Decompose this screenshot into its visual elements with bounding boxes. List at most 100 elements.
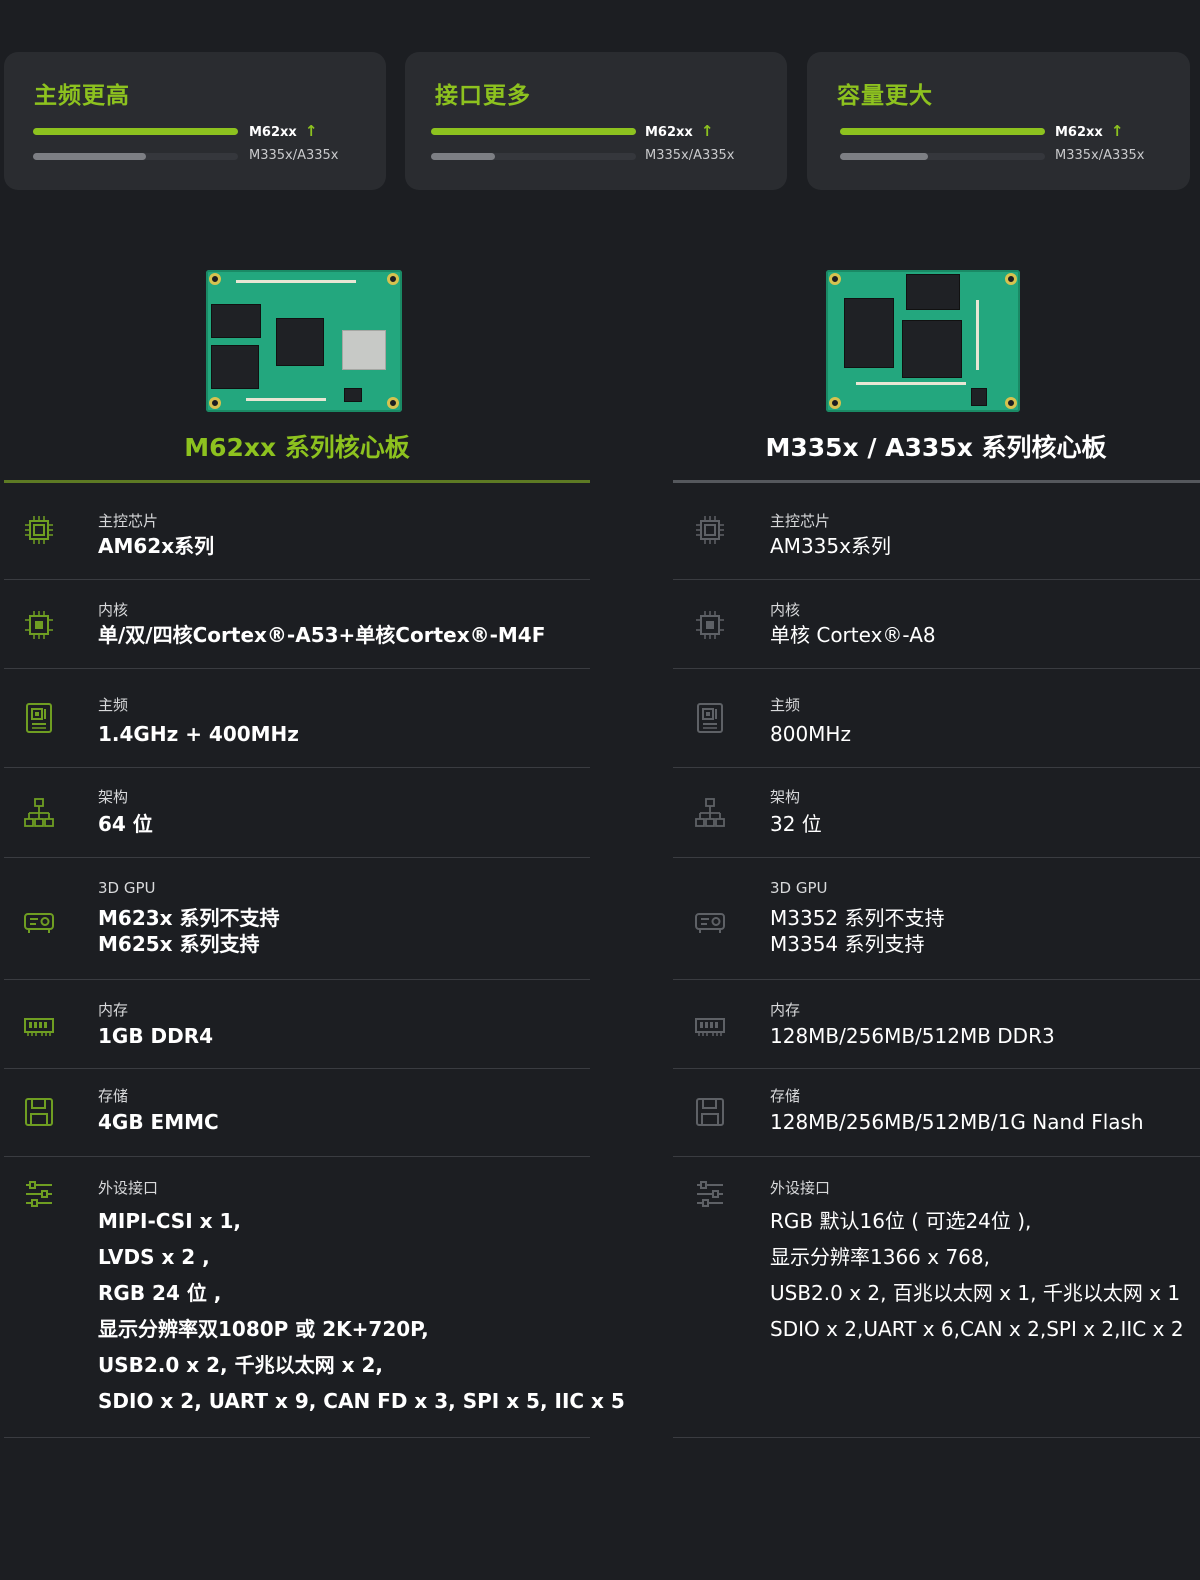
spec-label: 外设接口 <box>98 1179 159 1197</box>
spec-value: 64 位 <box>98 812 153 836</box>
cpu-icon <box>22 513 56 547</box>
spec-value: 128MB/256MB/512MB/1G Nand Flash <box>770 1110 1144 1134</box>
spec-row-memory: 内存 1GB DDR4 <box>4 980 590 1069</box>
spec-label: 主控芯片 <box>98 512 159 530</box>
new-level-bar <box>431 128 636 135</box>
architecture-icon <box>693 796 727 830</box>
spec-row-frequency: 主频 1.4GHz + 400MHz <box>4 669 590 768</box>
card-title: 接口更多 <box>435 83 531 109</box>
spec-label: 存储 <box>98 1087 129 1105</box>
spec-row-storage: 存储 128MB/256MB/512MB/1G Nand Flash <box>673 1069 1200 1157</box>
spec-label: 外设接口 <box>770 1179 831 1197</box>
spec-value-line: RGB 默认16位 ( 可选24位 ), <box>770 1209 1032 1233</box>
new-level-bar <box>33 128 238 135</box>
spec-value: 单/双/四核Cortex®-A53+单核Cortex®-M4F <box>98 623 546 647</box>
comparison-card: 接口更多 M62xx ↑ M335x/A335x <box>405 52 787 190</box>
spec-label: 内核 <box>770 601 801 619</box>
new-model-label: M62xx <box>1055 125 1103 140</box>
spec-label: 内存 <box>98 1001 129 1019</box>
spec-label: 主频 <box>770 696 801 714</box>
spec-label: 内存 <box>770 1001 801 1019</box>
comparison-cards: 主频更高 M62xx ↑ M335x/A335x 接口更多 M62xx ↑ M335… <box>4 52 1200 190</box>
spec-value: AM335x系列 <box>770 534 891 558</box>
spec-value-line: RGB 24 位 , <box>98 1281 222 1305</box>
storage-icon <box>693 1095 727 1129</box>
spec-label: 主控芯片 <box>770 512 831 530</box>
spec-value: 1.4GHz + 400MHz <box>98 722 299 746</box>
spec-value-list: RGB 默认16位 ( 可选24位 ), 显示分辨率1366 x 768, US… <box>770 1203 1184 1347</box>
spec-value-line: SDIO x 2, UART x 9, CAN FD x 3, SPI x 5,… <box>98 1389 625 1413</box>
spec-label: 内核 <box>98 601 129 619</box>
spec-row-peripherals: 外设接口 RGB 默认16位 ( 可选24位 ), 显示分辨率1366 x 76… <box>673 1157 1200 1438</box>
gpu-icon <box>693 906 727 940</box>
comparison-card: 主频更高 M62xx ↑ M335x/A335x <box>4 52 386 190</box>
spec-row-architecture: 架构 32 位 <box>673 768 1200 858</box>
frequency-icon <box>693 701 727 735</box>
memory-icon <box>693 1010 727 1044</box>
spec-value: 单核 Cortex®-A8 <box>770 623 936 647</box>
cpu-icon <box>693 513 727 547</box>
board-image <box>206 270 402 412</box>
spec-value-line: 显示分辨率双1080P 或 2K+720P, <box>98 1317 429 1341</box>
frequency-icon <box>22 701 56 735</box>
spec-row-main-chip: 主控芯片 AM62x系列 <box>4 483 590 580</box>
spec-value-line: USB2.0 x 2, 百兆以太网 x 1, 千兆以太网 x 1 <box>770 1281 1181 1305</box>
arrow-up-icon: ↑ <box>700 122 714 140</box>
core-icon <box>693 608 727 642</box>
spec-value-line: MIPI-CSI x 1, <box>98 1209 241 1233</box>
card-title: 主频更高 <box>34 83 130 109</box>
spec-value: 800MHz <box>770 722 851 746</box>
arrow-up-icon: ↑ <box>304 122 318 140</box>
memory-icon <box>22 1010 56 1044</box>
comparison-card: 容量更大 M62xx ↑ M335x/A335x <box>807 52 1190 190</box>
old-model-label: M335x/A335x <box>645 148 735 163</box>
product-title: M62xx 系列核心板 <box>184 433 410 462</box>
spec-value: 128MB/256MB/512MB DDR3 <box>770 1024 1055 1048</box>
spec-value: 1GB DDR4 <box>98 1024 214 1048</box>
spec-value: 32 位 <box>770 812 822 836</box>
spec-label: 主频 <box>98 696 129 714</box>
old-model-label: M335x/A335x <box>249 148 339 163</box>
spec-label: 架构 <box>98 788 129 806</box>
spec-value-line: M623x 系列不支持 <box>98 906 280 930</box>
new-model-label: M62xx <box>645 125 693 140</box>
core-icon <box>22 608 56 642</box>
board-image <box>826 270 1020 412</box>
spec-value-line: SDIO x 2,UART x 6,CAN x 2,SPI x 2,IIC x … <box>770 1317 1184 1341</box>
spec-row-storage: 存储 4GB EMMC <box>4 1069 590 1157</box>
spec-value-line: M3352 系列不支持 <box>770 906 945 930</box>
sliders-icon <box>22 1177 56 1211</box>
spec-label: 3D GPU <box>98 879 156 897</box>
spec-value-line: M3354 系列支持 <box>770 932 925 956</box>
spec-row-peripherals: 外设接口 MIPI-CSI x 1, LVDS x 2 , RGB 24 位 ,… <box>4 1157 625 1438</box>
spec-row-gpu: 3D GPU M623x 系列不支持 M625x 系列支持 <box>4 858 590 980</box>
spec-row-core: 内核 单/双/四核Cortex®-A53+单核Cortex®-M4F <box>4 580 590 669</box>
spec-value-line: USB2.0 x 2, 千兆以太网 x 2, <box>98 1353 383 1377</box>
spec-value-line: M625x 系列支持 <box>98 932 260 956</box>
old-level-bar <box>431 153 636 160</box>
spec-label: 存储 <box>770 1087 801 1105</box>
old-level-bar <box>33 153 238 160</box>
architecture-icon <box>22 796 56 830</box>
arrow-up-icon: ↑ <box>1110 122 1124 140</box>
card-title: 容量更大 <box>837 83 933 109</box>
spec-value-list: MIPI-CSI x 1, LVDS x 2 , RGB 24 位 , 显示分辨… <box>98 1203 625 1419</box>
spec-row-core: 内核 单核 Cortex®-A8 <box>673 580 1200 669</box>
spec-row-frequency: 主频 800MHz <box>673 669 1200 768</box>
spec-row-memory: 内存 128MB/256MB/512MB DDR3 <box>673 980 1200 1069</box>
spec-row-gpu: 3D GPU M3352 系列不支持 M3354 系列支持 <box>673 858 1200 980</box>
product-title: M335x / A335x 系列核心板 <box>765 433 1107 462</box>
spec-row-main-chip: 主控芯片 AM335x系列 <box>673 483 1200 580</box>
gpu-icon <box>22 906 56 940</box>
old-model-label: M335x/A335x <box>1055 148 1145 163</box>
storage-icon <box>22 1095 56 1129</box>
spec-value: AM62x系列 <box>98 534 215 558</box>
spec-label: 3D GPU <box>770 879 828 897</box>
spec-value-line: LVDS x 2 , <box>98 1245 210 1269</box>
old-level-bar <box>840 153 1045 160</box>
new-model-label: M62xx <box>249 125 297 140</box>
new-level-bar <box>840 128 1045 135</box>
sliders-icon <box>693 1177 727 1211</box>
spec-value-line: 显示分辨率1366 x 768, <box>770 1245 990 1269</box>
spec-label: 架构 <box>770 788 801 806</box>
